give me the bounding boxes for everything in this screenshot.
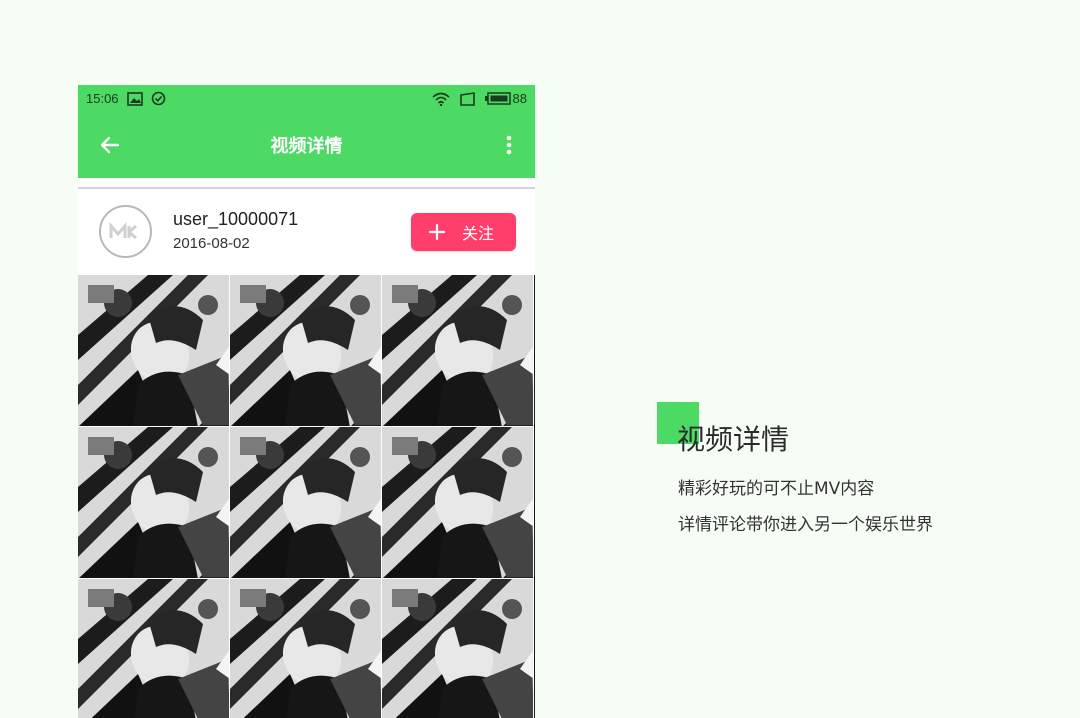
user-info-row: user_10000071 2016-08-02 关注 (78, 189, 535, 275)
spacer (78, 178, 535, 187)
user-name[interactable]: user_10000071 (173, 209, 298, 230)
video-frame-tile (78, 427, 230, 579)
video-frame-tile (230, 275, 382, 427)
app-bar: 视频详情 (78, 112, 535, 178)
plus-icon (428, 223, 446, 241)
follow-label: 关注 (462, 224, 495, 243)
feature-title: 视频详情 (677, 423, 790, 456)
avatar[interactable] (99, 205, 152, 258)
phone-screen: 15:06 88 视频详情 user_10000071 2016-08-02 关… (78, 85, 535, 718)
status-bar: 15:06 88 (78, 85, 535, 112)
page-title: 视频详情 (270, 136, 343, 157)
video-player[interactable] (78, 275, 535, 718)
video-frame-tile (78, 275, 230, 427)
arrow-left-icon[interactable] (98, 133, 122, 157)
video-frame-tile (382, 275, 534, 427)
feature-description-line-2: 详情评论带你进入另一个娱乐世界 (678, 515, 933, 535)
status-time: 15:06 (86, 91, 119, 106)
battery-level: 88 (512, 91, 527, 106)
image-icon (126, 91, 143, 106)
post-date: 2016-08-02 (173, 235, 250, 252)
follow-button[interactable]: 关注 (411, 213, 516, 251)
video-frame-tile (78, 579, 230, 718)
check-circle-icon (151, 91, 166, 106)
video-frame-tile (230, 427, 382, 579)
more-vertical-icon[interactable] (503, 133, 515, 157)
video-frame-tile (382, 579, 534, 718)
video-frame-tile (230, 579, 382, 718)
wifi-icon (432, 92, 450, 106)
feature-description-line-1: 精彩好玩的可不止MV内容 (678, 479, 875, 499)
video-frame-tile (382, 427, 534, 579)
screen-icon (459, 91, 476, 106)
battery-icon: 88 (484, 91, 527, 106)
